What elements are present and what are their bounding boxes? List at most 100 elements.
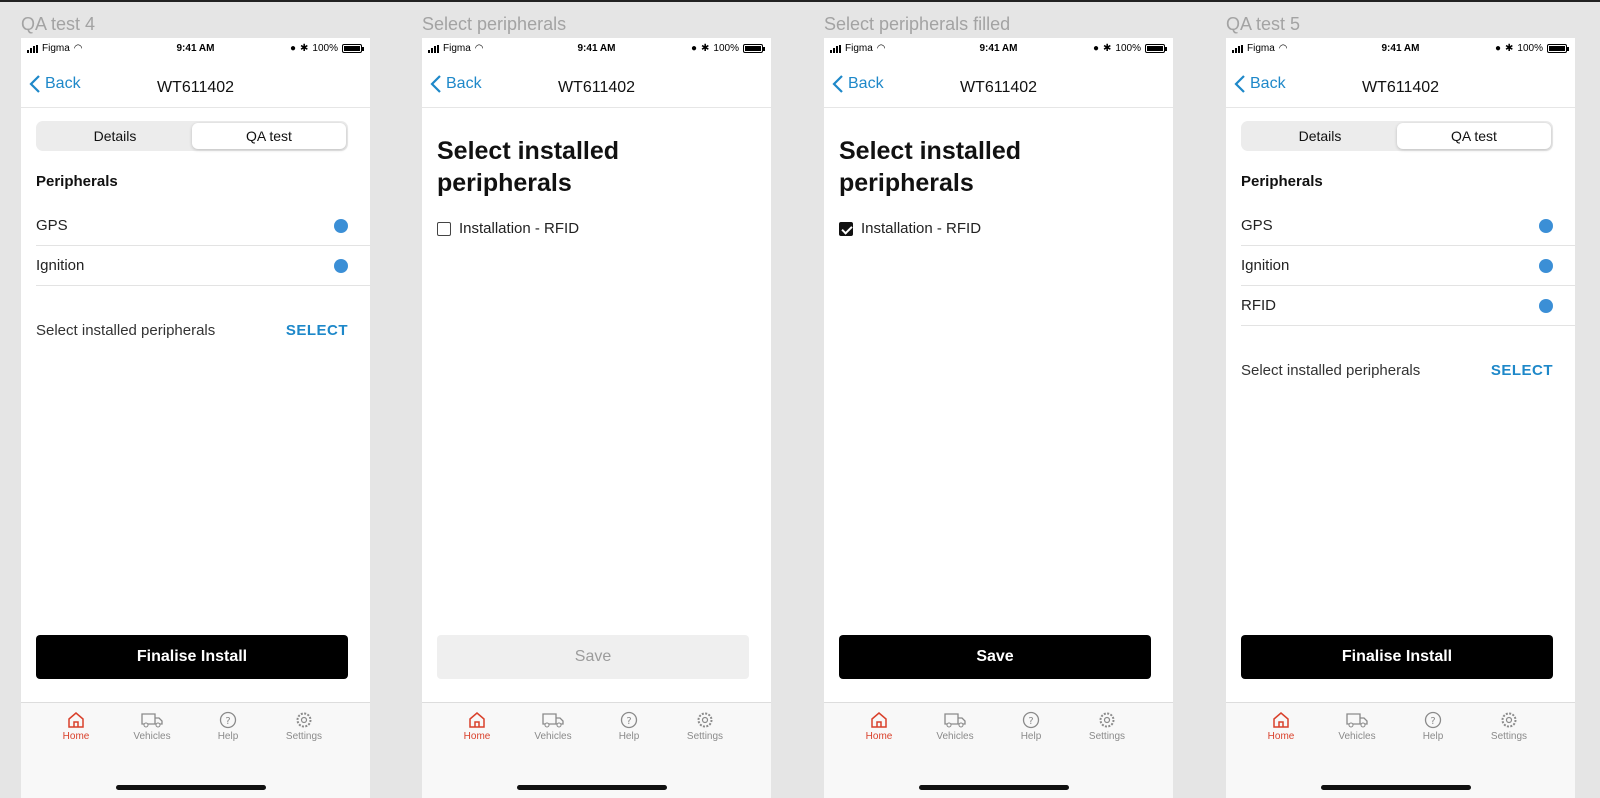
- svg-text:?: ?: [1028, 716, 1033, 727]
- tab-settings[interactable]: Settings: [1479, 711, 1539, 742]
- peripheral-label: RFID: [1241, 297, 1276, 314]
- save-button[interactable]: Save: [839, 635, 1151, 679]
- status-dot-icon: [334, 219, 348, 233]
- battery-icon: [1145, 44, 1167, 53]
- alarm-icon: ●: [1494, 43, 1502, 54]
- bluetooth-icon: ✱: [1103, 43, 1112, 54]
- status-dot-icon: [334, 259, 348, 273]
- peripheral-label: GPS: [1241, 217, 1273, 234]
- tab-home[interactable]: Home: [1251, 711, 1311, 742]
- svg-text:?: ?: [1430, 716, 1435, 727]
- tab-home[interactable]: Home: [849, 711, 909, 742]
- alarm-icon: ●: [690, 43, 698, 54]
- navbar: Back WT611402: [1226, 72, 1575, 108]
- gear-icon: [1501, 712, 1517, 728]
- tab-label: Help: [1020, 731, 1042, 742]
- gear-icon: [1099, 712, 1115, 728]
- navbar: Back WT611402: [824, 72, 1173, 108]
- select-link[interactable]: SELECT: [1491, 362, 1553, 379]
- select-peripherals-row: Select installed peripherals SELECT: [1241, 362, 1553, 379]
- tab-label: Settings: [1088, 731, 1126, 742]
- tab-label: Settings: [686, 731, 724, 742]
- rfid-option[interactable]: Installation - RFID: [839, 220, 981, 237]
- bluetooth-icon: ✱: [1505, 43, 1514, 54]
- home-icon: [68, 712, 84, 728]
- save-button[interactable]: Save: [437, 635, 749, 679]
- checkbox-checked-icon[interactable]: [839, 221, 853, 236]
- home-indicator: [517, 785, 667, 790]
- battery-icon: [1547, 44, 1569, 53]
- peripheral-label: Ignition: [36, 257, 85, 274]
- tab-label: Help: [618, 731, 640, 742]
- bluetooth-icon: ✱: [300, 43, 309, 54]
- option-label: Installation - RFID: [459, 220, 580, 237]
- finalise-install-button[interactable]: Finalise Install: [36, 635, 348, 679]
- nav-title: WT611402: [959, 79, 1038, 96]
- bluetooth-icon: ✱: [701, 43, 710, 54]
- frame-label: QA test 5: [1226, 14, 1301, 34]
- status-dot-icon: [1539, 259, 1553, 273]
- battery-percent: 100%: [1115, 43, 1141, 54]
- tab-qa-test[interactable]: QA test: [192, 123, 346, 149]
- tab-qa-test[interactable]: QA test: [1397, 123, 1551, 149]
- battery-icon: [342, 44, 364, 53]
- status-dot-icon: [1539, 299, 1553, 313]
- peripherals-list: GPS Ignition RFID: [1241, 206, 1575, 326]
- tab-vehicles[interactable]: Vehicles: [1327, 711, 1387, 742]
- tab-label: Home: [463, 731, 491, 742]
- tab-label: Vehicles: [1338, 731, 1376, 742]
- nav-title: WT611402: [156, 79, 235, 96]
- svg-text:?: ?: [626, 716, 631, 727]
- page-heading: Select installed peripherals: [437, 137, 620, 197]
- battery-percent: 100%: [312, 43, 338, 54]
- tab-label: Vehicles: [936, 731, 974, 742]
- segmented-control: Details QA test: [1241, 121, 1553, 151]
- tab-settings[interactable]: Settings: [675, 711, 735, 742]
- tab-settings[interactable]: Settings: [1077, 711, 1137, 742]
- frame-label: Select peripherals filled: [824, 14, 1011, 34]
- tab-home[interactable]: Home: [46, 711, 106, 742]
- checkbox-unchecked[interactable]: [437, 221, 451, 236]
- tab-details[interactable]: Details: [1243, 123, 1397, 149]
- select-peripherals-row: Select installed peripherals SELECT: [36, 322, 348, 339]
- tab-details[interactable]: Details: [38, 123, 192, 149]
- tab-home[interactable]: Home: [447, 711, 507, 742]
- finalise-install-button[interactable]: Finalise Install: [1241, 635, 1553, 679]
- segmented-control: Details QA test: [36, 121, 348, 151]
- page-heading: Select installed peripherals: [839, 137, 1022, 197]
- tab-help[interactable]: ? Help: [1001, 711, 1061, 742]
- peripherals-list: GPS Ignition: [36, 206, 370, 286]
- battery-percent: 100%: [1517, 43, 1543, 54]
- tab-vehicles[interactable]: Vehicles: [122, 711, 182, 742]
- tab-label: Vehicles: [534, 731, 572, 742]
- home-icon: [1273, 712, 1289, 728]
- svg-text:?: ?: [225, 716, 230, 727]
- tab-bar: Home Vehicles ? Help Settings: [21, 702, 370, 798]
- tab-vehicles[interactable]: Vehicles: [925, 711, 985, 742]
- gear-icon: [697, 712, 713, 728]
- tab-help[interactable]: ? Help: [1403, 711, 1463, 742]
- help-icon: ?: [219, 711, 237, 729]
- section-title: Peripherals: [1241, 173, 1323, 190]
- tab-settings[interactable]: Settings: [274, 711, 334, 742]
- list-item: GPS: [36, 206, 370, 246]
- section-title: Peripherals: [36, 173, 118, 190]
- tab-label: Vehicles: [133, 731, 171, 742]
- rfid-option[interactable]: Installation - RFID: [437, 220, 579, 237]
- frame-qa-test-5: QA test 5 Figma ◠ 9:41 AM ● ✱ 100% Back WT6…: [1226, 2, 1575, 798]
- tab-help[interactable]: ? Help: [599, 711, 659, 742]
- nav-title: WT611402: [1361, 79, 1440, 96]
- tab-label: Settings: [1490, 731, 1528, 742]
- select-link[interactable]: SELECT: [286, 322, 348, 339]
- home-indicator: [1321, 785, 1471, 790]
- help-icon: ?: [1022, 711, 1040, 729]
- frame-select-peripherals-filled: Select peripherals filled Figma ◠ 9:41 AM…: [824, 2, 1173, 798]
- tab-vehicles[interactable]: Vehicles: [523, 711, 583, 742]
- help-icon: ?: [620, 711, 638, 729]
- tab-help[interactable]: ? Help: [198, 711, 258, 742]
- phone-screen: Figma ◠ 9:41 AM ● ✱ 100% Back WT611402 Deta…: [1226, 38, 1575, 798]
- truck-icon: [1346, 713, 1368, 728]
- home-indicator: [919, 785, 1069, 790]
- battery-icon: [743, 44, 765, 53]
- phone-screen: Figma ◠ 9:41 AM ● ✱ 100% Back WT611402 Deta…: [21, 38, 370, 798]
